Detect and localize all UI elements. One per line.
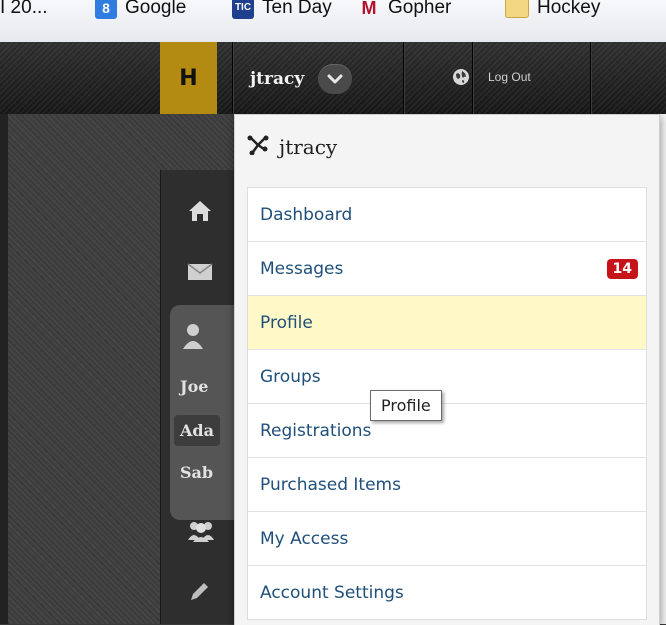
chevron-down-icon[interactable] [318, 64, 353, 94]
sidebar-subitem[interactable]: Sab [180, 463, 213, 482]
dropdown-header: jtracy [247, 135, 337, 159]
gopher-icon: M [361, 0, 377, 18]
bookmark-label: I 20... [0, 0, 48, 18]
bookmark-gopher[interactable]: M Gopher [358, 0, 452, 19]
nav-divider [403, 42, 404, 114]
menu-item-groups[interactable]: Groups [248, 350, 646, 404]
menu-item-label: My Access [260, 528, 349, 549]
menu-item-registrations[interactable]: Registrations [248, 404, 646, 458]
menu-item-label: Purchased Items [260, 474, 401, 495]
menu-item-profile[interactable]: Profile [248, 296, 646, 350]
menu-item-label: Profile [260, 312, 313, 333]
nav-divider [232, 42, 233, 114]
menu-item-label: Registrations [260, 420, 372, 441]
pencil-icon[interactable] [187, 580, 211, 608]
home-icon[interactable] [187, 198, 213, 228]
menu-item-account-settings[interactable]: Account Settings [248, 566, 646, 619]
nav-divider [590, 42, 591, 114]
sidebar-subitem-active[interactable]: Ada [174, 415, 220, 446]
ten-day-icon: TIC [232, 0, 254, 19]
logout-link[interactable]: Log Out [488, 70, 531, 84]
sidebar-subpanel: Joe Ada Sab [170, 305, 244, 520]
menu-item-label: Dashboard [260, 204, 353, 225]
bookmark-item[interactable]: I 20... [0, 0, 48, 19]
profile-tooltip: Profile [370, 390, 442, 421]
dropdown-title: jtracy [279, 135, 338, 159]
bookmark-label: Gopher [388, 0, 452, 18]
bookmarks-bar: I 20... 8 Google TIC Ten Day M Gopher Ho… [0, 0, 666, 43]
menu-item-messages[interactable]: Messages 14 [248, 242, 646, 296]
google-icon: 8 [95, 0, 117, 19]
top-nav-bar: H jtracy Log Out [0, 42, 666, 115]
bookmark-label: Hockey [537, 0, 601, 18]
menu-item-label: Account Settings [260, 582, 404, 603]
mail-icon[interactable] [187, 262, 213, 286]
group-icon[interactable] [187, 520, 215, 546]
user-menu-toggle[interactable]: jtracy [250, 64, 353, 94]
logo-letter: H [179, 65, 198, 91]
bookmark-hockey[interactable]: Hockey [505, 0, 600, 19]
bookmark-google[interactable]: 8 Google [95, 0, 186, 19]
bookmark-ten-day[interactable]: TIC Ten Day [232, 0, 332, 19]
network-icon [247, 135, 269, 159]
site-logo[interactable]: H [160, 42, 217, 114]
person-icon [182, 323, 204, 353]
menu-item-my-access[interactable]: My Access [248, 512, 646, 566]
messages-count-badge: 14 [606, 259, 638, 279]
menu-item-purchased-items[interactable]: Purchased Items [248, 458, 646, 512]
bookmark-label: Ten Day [262, 0, 332, 18]
sidebar-subitem[interactable]: Joe [180, 377, 208, 396]
dropdown-menu-list: Dashboard Messages 14 Profile Groups Reg… [247, 187, 647, 620]
menu-item-label: Messages [260, 258, 344, 279]
left-frame [0, 114, 8, 624]
menu-item-label: Groups [260, 366, 321, 387]
user-dropdown-menu: jtracy Dashboard Messages 14 Profile Gro… [234, 114, 660, 625]
globe-icon[interactable] [452, 68, 470, 90]
nav-divider [472, 42, 473, 114]
folder-icon [505, 0, 529, 18]
bookmark-label: Google [125, 0, 187, 18]
menu-item-dashboard[interactable]: Dashboard [248, 188, 646, 242]
username-label: jtracy [250, 69, 305, 89]
